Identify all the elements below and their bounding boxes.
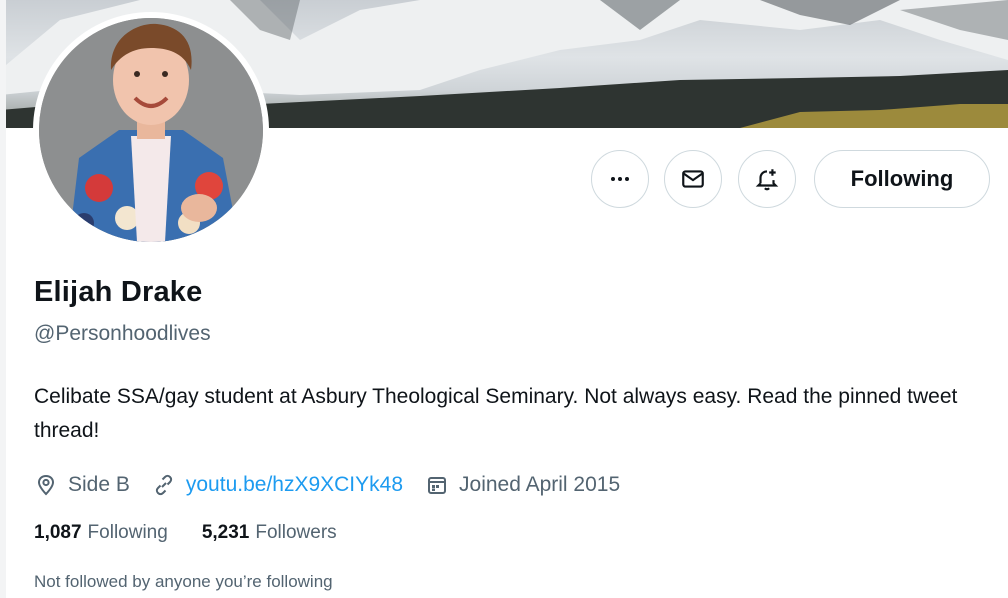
profile-name: Elijah Drake <box>34 276 203 308</box>
location-text: Side B <box>68 473 130 496</box>
followers-label: Followers <box>255 522 337 543</box>
following-button[interactable]: Following <box>814 150 990 208</box>
joined-text: Joined April 2015 <box>459 473 621 496</box>
following-label: Following <box>87 522 168 543</box>
followers-count: 5,231 <box>201 522 250 543</box>
message-button[interactable] <box>664 150 722 208</box>
bell-add-icon <box>755 169 779 191</box>
website-item: youtu.be/hzX9XCIYk48 <box>152 473 403 497</box>
follow-stats: 1,087 Following 5,231 Followers <box>34 522 371 544</box>
following-count: 1,087 <box>34 522 82 543</box>
profile-handle: @Personhoodlives <box>34 322 211 345</box>
more-button[interactable] <box>591 150 649 208</box>
profile-meta: Side B youtu.be/hzX9XCIYk48 Joined April… <box>34 470 642 500</box>
profile-actions: Following <box>0 150 1008 212</box>
calendar-icon <box>428 477 447 494</box>
website-link[interactable]: youtu.be/hzX9XCIYk48 <box>186 473 403 497</box>
more-icon <box>611 177 629 181</box>
location-pin-icon <box>37 474 55 496</box>
following-stat[interactable]: 1,087 Following <box>34 522 168 544</box>
message-icon <box>682 170 704 188</box>
profile-avatar[interactable] <box>33 12 269 248</box>
location-item: Side B <box>34 473 130 497</box>
joined-item: Joined April 2015 <box>425 473 620 497</box>
notifications-button[interactable] <box>738 150 796 208</box>
followers-stat[interactable]: 5,231 Followers <box>202 522 337 544</box>
profile-bio: Celibate SSA/gay student at Asbury Theol… <box>34 385 958 442</box>
social-context-text: Not followed by anyone you’re following <box>34 572 333 591</box>
page-left-edge <box>0 0 6 598</box>
link-icon <box>155 474 172 496</box>
